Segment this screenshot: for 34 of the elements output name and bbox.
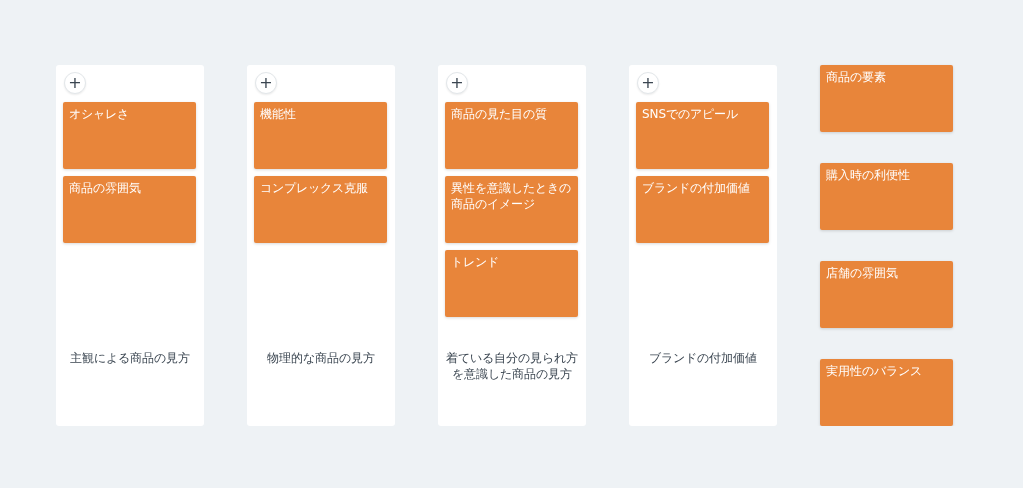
card-text: 購入時の利便性 bbox=[826, 167, 911, 183]
card-text: 商品の雰囲気 bbox=[69, 180, 142, 196]
sticky-note[interactable]: コンプレックス克服 bbox=[254, 176, 387, 243]
add-button[interactable]: + bbox=[255, 72, 277, 94]
card-text: トレンド bbox=[451, 254, 500, 270]
group-label: 着ている自分の見られ方を意識した商品の見方 bbox=[445, 350, 579, 382]
card-text: オシャレさ bbox=[69, 106, 130, 122]
sticky-note[interactable]: 異性を意識したときの商品のイメージ bbox=[445, 176, 578, 243]
add-button[interactable]: + bbox=[637, 72, 659, 94]
card-text: 機能性 bbox=[260, 106, 297, 122]
card-text: SNSでのアピール bbox=[642, 106, 740, 122]
card-text: 商品の見た目の質 bbox=[451, 106, 548, 122]
card-text: 店舗の雰囲気 bbox=[826, 265, 899, 281]
sticky-note[interactable]: 購入時の利便性 bbox=[820, 163, 953, 230]
card-text: 商品の要素 bbox=[826, 69, 887, 85]
sticky-note[interactable]: ブランドの付加価値 bbox=[636, 176, 769, 243]
add-button[interactable]: + bbox=[64, 72, 86, 94]
sticky-note[interactable]: SNSでのアピール bbox=[636, 102, 769, 169]
sticky-note[interactable]: オシャレさ bbox=[63, 102, 196, 169]
sticky-note[interactable]: 店舗の雰囲気 bbox=[820, 261, 953, 328]
card-text: 異性を意識したときの商品のイメージ bbox=[451, 180, 572, 212]
card-text: ブランドの付加価値 bbox=[642, 180, 751, 196]
sticky-note[interactable]: トレンド bbox=[445, 250, 578, 317]
card-text: 実用性のバランス bbox=[826, 363, 923, 379]
group-label: 主観による商品の見方 bbox=[70, 350, 190, 366]
sticky-note[interactable]: 実用性のバランス bbox=[820, 359, 953, 426]
group-label: 物理的な商品の見方 bbox=[267, 350, 375, 366]
add-button[interactable]: + bbox=[446, 72, 468, 94]
sticky-note[interactable]: 商品の雰囲気 bbox=[63, 176, 196, 243]
sticky-note[interactable]: 商品の見た目の質 bbox=[445, 102, 578, 169]
sticky-note[interactable]: 商品の要素 bbox=[820, 65, 953, 132]
group-label: ブランドの付加価値 bbox=[649, 350, 757, 366]
card-text: コンプレックス克服 bbox=[260, 180, 369, 196]
sticky-note[interactable]: 機能性 bbox=[254, 102, 387, 169]
